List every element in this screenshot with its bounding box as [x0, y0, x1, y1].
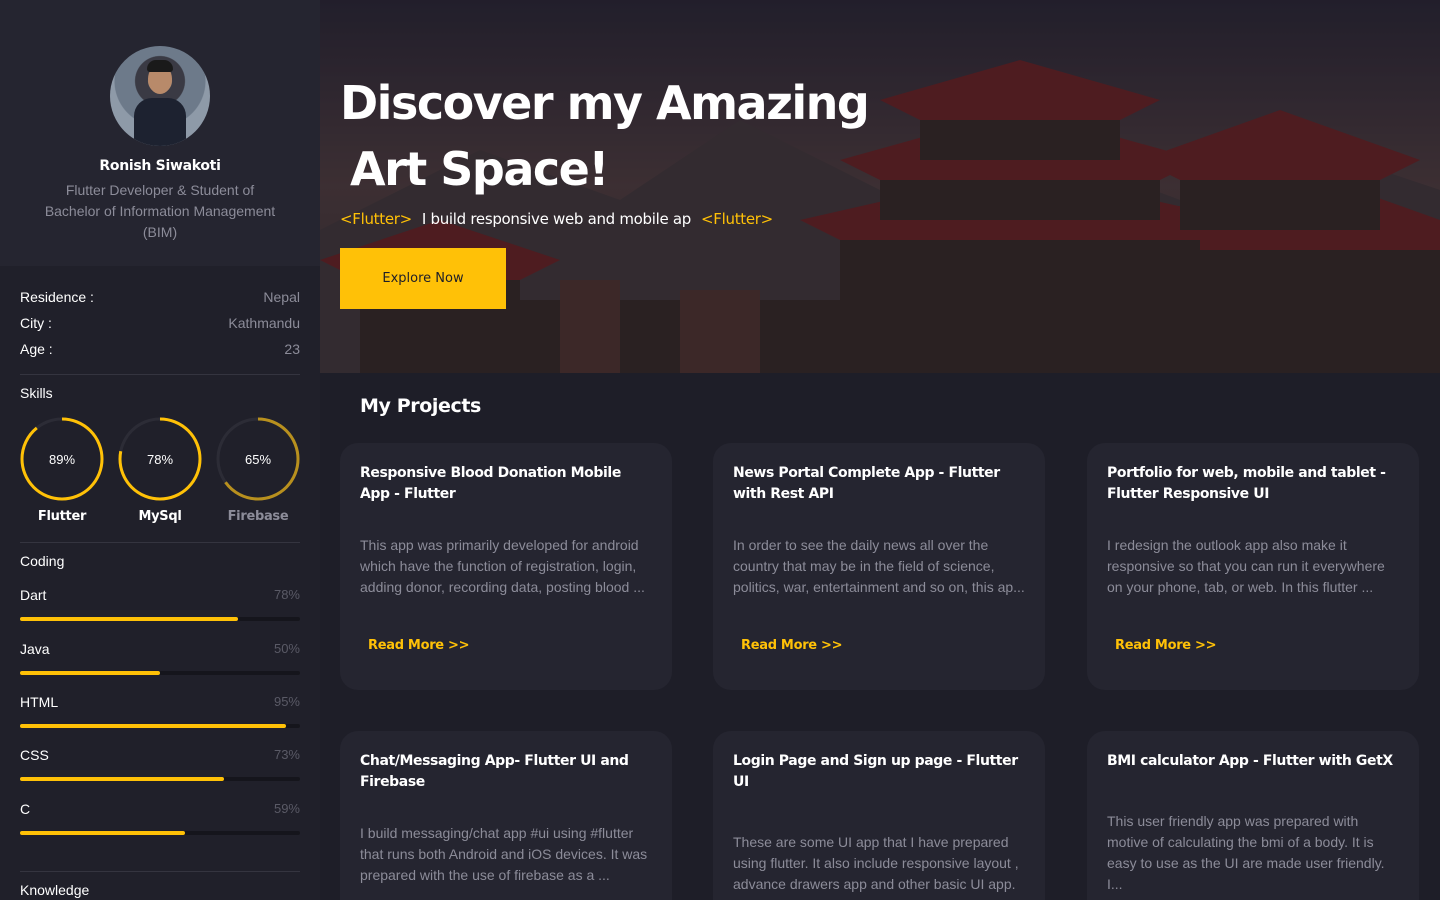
skill-label: Flutter	[37, 509, 87, 524]
coding-bar-css: CSS 73%	[20, 747, 300, 781]
hero-subtitle: <Flutter> I build responsive web and mob…	[340, 210, 868, 228]
project-card: BMI calculator App - Flutter with GetX T…	[1087, 731, 1419, 900]
project-title: News Portal Complete App - Flutter with …	[733, 465, 1000, 502]
skill-label: Firebase	[227, 509, 289, 524]
divider	[20, 374, 300, 375]
project-desc: I redesign the outlook app also make it …	[1107, 537, 1385, 595]
skill-percent: 89%	[49, 452, 75, 467]
project-title: Chat/Messaging App- Flutter UI and Fireb…	[360, 753, 629, 790]
hero-subtitle-text: I build responsive web and mobile ap	[421, 210, 692, 228]
bar-label: CSS	[20, 747, 49, 763]
hero-banner: Discover my Amazing Art Space! <Flutter>…	[320, 0, 1440, 373]
bar-value: 78%	[273, 587, 300, 602]
knowledge-title: Knowledge	[20, 882, 90, 898]
hero-tag-open: <Flutter>	[340, 210, 412, 228]
skill-ring: 78%	[118, 417, 202, 501]
info-row-city: City : Kathmandu	[20, 310, 300, 336]
bar-track	[20, 724, 300, 728]
info-value: 23	[284, 341, 300, 357]
skill-ring: 89%	[20, 417, 104, 501]
skill-circle-mysql: 78% MySql	[118, 417, 202, 524]
skill-circle-flutter: 89% Flutter	[20, 417, 104, 524]
project-desc: This user friendly app was prepared with…	[1107, 813, 1385, 892]
bar-track	[20, 777, 300, 781]
skill-percent: 78%	[147, 452, 173, 467]
skill-label: MySql	[138, 509, 182, 524]
info-row-residence: Residence : Nepal	[20, 284, 300, 310]
project-card: Login Page and Sign up page - Flutter UI…	[713, 731, 1045, 900]
bar-track	[20, 831, 300, 835]
project-card: Portfolio for web, mobile and tablet - F…	[1087, 443, 1419, 690]
project-card: Chat/Messaging App- Flutter UI and Fireb…	[340, 731, 672, 900]
divider	[20, 542, 300, 543]
coding-bar-dart: Dart 78%	[20, 587, 300, 621]
read-more-link[interactable]: Read More >>	[1115, 638, 1217, 653]
coding-bar-c: C 59%	[20, 801, 300, 835]
info-key: City :	[20, 315, 52, 331]
skill-ring: 65%	[216, 417, 300, 501]
bar-label: Dart	[20, 587, 47, 603]
project-desc: These are some UI app that I have prepar…	[733, 834, 1019, 900]
projects-section: My Projects Responsive Blood Donation Mo…	[320, 373, 1440, 900]
bar-fill	[20, 831, 186, 835]
bar-fill	[20, 724, 286, 728]
bar-value: 95%	[273, 694, 300, 709]
profile-bio: Flutter Developer & Student of Bachelor …	[44, 182, 276, 240]
info-key: Residence :	[20, 289, 94, 305]
info-row-age: Age : 23	[20, 336, 300, 362]
avatar	[110, 46, 210, 146]
info-key: Age :	[20, 341, 53, 357]
bar-value: 50%	[273, 641, 300, 656]
skill-percent: 65%	[245, 452, 271, 467]
project-card: Responsive Blood Donation Mobile App - F…	[340, 443, 672, 690]
bar-value: 73%	[273, 747, 300, 762]
bar-fill	[20, 777, 225, 781]
bar-label: C	[20, 801, 31, 817]
project-title: BMI calculator App - Flutter with GetX	[1107, 753, 1393, 769]
bar-fill	[20, 617, 239, 621]
read-more-link[interactable]: Read More >>	[368, 638, 470, 653]
bar-fill	[20, 671, 160, 675]
skill-circles: 89% Flutter 78% MySql 65% Firebase	[20, 417, 300, 524]
hero-tag-close: <Flutter>	[701, 210, 773, 228]
project-title: Login Page and Sign up page - Flutter UI	[733, 753, 1018, 790]
sidebar-details: Residence : Nepal City : Kathmandu Age :…	[0, 266, 320, 898]
coding-title: Coding	[20, 553, 65, 569]
profile-name: Ronish Siwakoti	[99, 158, 221, 174]
hero-title: Discover my Amazing Art Space!	[340, 70, 870, 202]
project-card: News Portal Complete App - Flutter with …	[713, 443, 1045, 690]
profile-card: Ronish Siwakoti Flutter Developer & Stud…	[0, 0, 320, 266]
bar-track	[20, 617, 300, 621]
hero-content: Discover my Amazing Art Space! <Flutter>…	[340, 70, 870, 309]
project-title: Portfolio for web, mobile and tablet - F…	[1107, 465, 1386, 502]
project-desc: This app was primarily developed for and…	[360, 537, 645, 595]
project-desc: In order to see the daily news all over …	[733, 537, 1025, 595]
read-more-link[interactable]: Read More >>	[741, 638, 843, 653]
coding-bar-java: Java 50%	[20, 641, 300, 675]
divider	[20, 871, 300, 872]
coding-bar-html: HTML 95%	[20, 694, 300, 728]
bar-label: Java	[20, 641, 50, 657]
skill-circle-firebase: 65% Firebase	[216, 417, 300, 524]
sidebar: Ronish Siwakoti Flutter Developer & Stud…	[0, 0, 320, 900]
hero-title-line2: Art Space!	[350, 142, 609, 196]
bar-track	[20, 671, 300, 675]
bar-label: HTML	[20, 694, 59, 710]
project-desc: I build messaging/chat app #ui using #fl…	[360, 825, 648, 883]
skills-title: Skills	[20, 385, 53, 401]
explore-now-button[interactable]: Explore Now	[340, 248, 506, 309]
info-value: Kathmandu	[228, 315, 300, 331]
hero-title-line1: Discover my Amazing	[340, 76, 870, 130]
project-title: Responsive Blood Donation Mobile App - F…	[360, 465, 621, 502]
bar-value: 59%	[273, 801, 300, 816]
info-value: Nepal	[263, 289, 300, 305]
projects-title: My Projects	[360, 395, 481, 417]
